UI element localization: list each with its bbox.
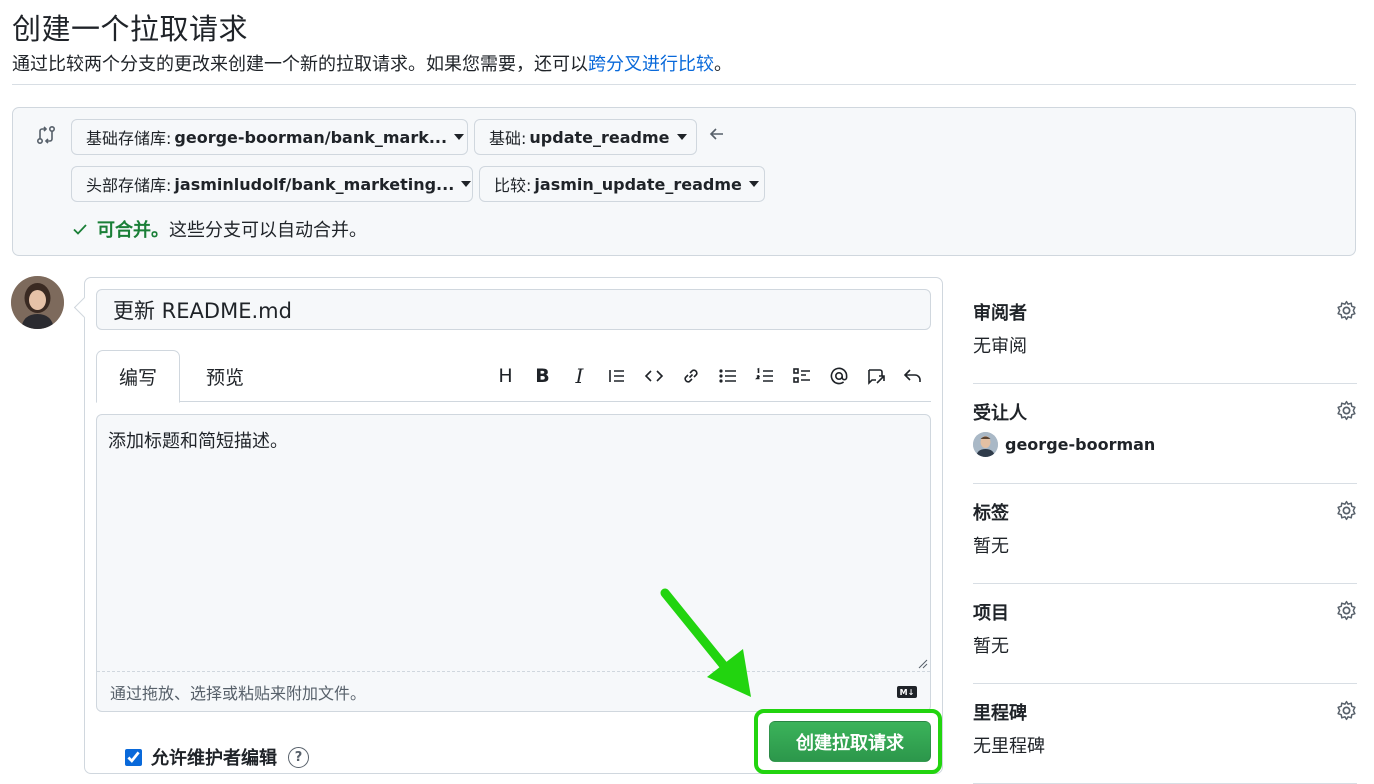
base-branch-select[interactable]: 基础: update_readme (474, 119, 697, 155)
sidebar-reviewers: 审阅者 无审阅 (973, 284, 1357, 384)
help-icon[interactable]: ? (288, 746, 309, 768)
mention-button[interactable] (820, 360, 857, 392)
task-list-button[interactable] (783, 360, 820, 392)
compare-branches-box: 基础存储库: george-boorman/bank_mark... 基础: upd… (12, 107, 1356, 256)
gear-icon[interactable] (1336, 700, 1357, 721)
compare-across-forks-link[interactable]: 跨分叉进行比较 (588, 54, 714, 75)
reference-button[interactable] (857, 360, 894, 392)
git-compare-icon (36, 125, 56, 145)
assignee-row[interactable]: george-boorman (973, 432, 1155, 457)
chevron-down-icon (748, 181, 759, 187)
unordered-list-icon (718, 369, 736, 383)
sidebar-labels: 标签 暂无 (973, 484, 1357, 584)
sidebar-projects: 项目 暂无 (973, 584, 1357, 684)
gear-icon[interactable] (1336, 400, 1357, 421)
markdown-toolbar: H B I (487, 350, 931, 402)
gear-icon[interactable] (1336, 500, 1357, 521)
reply-icon (903, 369, 921, 382)
base-branch-label: 基础: (489, 129, 527, 148)
link-button[interactable] (672, 360, 709, 392)
chevron-down-icon (461, 181, 472, 187)
resize-handle-icon[interactable] (918, 659, 928, 669)
gear-icon[interactable] (1336, 300, 1357, 321)
pull-request-composer: 编写 预览 H B I (84, 277, 943, 774)
header-divider (12, 84, 1356, 85)
cross-reference-icon (867, 369, 885, 385)
projects-value: 暂无 (973, 636, 1009, 657)
heading-button[interactable]: H (487, 360, 524, 392)
mergeable-description: 这些分支可以自动合并。 (169, 220, 367, 241)
attach-files-hint: 通过拖放、选择或粘贴来附加文件。 (110, 683, 367, 703)
page-subtitle: 通过比较两个分支的更改来创建一个新的拉取请求。如果您需要，还可以跨分叉进行比较。 (12, 50, 732, 76)
unordered-list-button[interactable] (709, 360, 746, 392)
allow-maintainer-edits-checkbox[interactable] (125, 748, 142, 766)
head-repository-value: jasminludolf/bank_marketing... (174, 174, 455, 194)
reviewers-header[interactable]: 审阅者 (973, 299, 1027, 325)
attach-files-bar[interactable]: 通过拖放、选择或粘贴来附加文件。 M↓ (97, 671, 930, 711)
assignees-header[interactable]: 受让人 (973, 399, 1027, 425)
allow-maintainer-edits-label[interactable]: 允许维护者编辑 (151, 744, 277, 770)
labels-header[interactable]: 标签 (973, 499, 1009, 525)
mergeable-label: 可合并。 (97, 220, 169, 241)
annotation-arrow-icon (660, 588, 751, 697)
merge-status: 可合并。 这些分支可以自动合并。 (71, 216, 367, 242)
pr-sidebar: 审阅者 无审阅 受让人 george-boorman 标签 暂无 项目 暂无 里… (973, 284, 1357, 784)
page-title: 创建一个拉取请求 (12, 12, 249, 46)
compare-branch-label: 比较: (494, 176, 532, 195)
task-list-icon (792, 368, 810, 383)
base-repository-value: george-boorman/bank_mark... (174, 127, 448, 147)
mention-icon (830, 367, 847, 385)
ordered-list-button[interactable] (746, 360, 783, 392)
reviewers-value: 无审阅 (973, 336, 1027, 357)
gear-icon[interactable] (1336, 600, 1357, 621)
labels-value: 暂无 (973, 536, 1009, 557)
create-pull-request-button[interactable]: 创建拉取请求 (769, 721, 931, 762)
ordered-list-icon (754, 367, 773, 382)
tab-preview[interactable]: 预览 (180, 350, 270, 402)
avatar-portrait-icon (11, 276, 64, 329)
quote-button[interactable] (598, 360, 635, 392)
check-icon (73, 224, 87, 235)
editor-tabs: 编写 预览 H B I (96, 350, 931, 403)
quote-icon (608, 370, 624, 382)
reply-button[interactable] (894, 360, 931, 392)
compare-branch-select[interactable]: 比较: jasmin_update_readme (479, 166, 765, 202)
base-repository-label: 基础存储库: (86, 129, 172, 148)
head-repository-select[interactable]: 头部存储库: jasminludolf/bank_marketing... (71, 166, 473, 202)
allow-maintainer-edits: 允许维护者编辑 ? (125, 744, 309, 770)
bold-icon: B (535, 365, 550, 387)
pr-body-textarea[interactable] (97, 415, 930, 671)
markdown-icon[interactable]: M↓ (897, 686, 917, 698)
italic-icon: I (575, 364, 584, 388)
subtitle-suffix: 。 (714, 54, 732, 75)
assignee-avatar (973, 432, 998, 457)
subtitle-text: 通过比较两个分支的更改来创建一个新的拉取请求。如果您需要，还可以 (12, 54, 588, 75)
body-editor: 通过拖放、选择或粘贴来附加文件。 M↓ (96, 414, 931, 712)
compare-branch-value: jasmin_update_readme (534, 174, 742, 194)
milestone-header[interactable]: 里程碑 (973, 699, 1027, 725)
assignee-name[interactable]: george-boorman (1005, 435, 1155, 454)
bold-button[interactable]: B (524, 360, 561, 392)
heading-icon: H (498, 365, 513, 387)
user-avatar[interactable] (11, 276, 64, 329)
code-icon (644, 370, 663, 382)
projects-header[interactable]: 项目 (973, 599, 1009, 625)
link-icon (683, 369, 698, 383)
arrow-left-icon (709, 128, 723, 140)
sidebar-assignees: 受让人 george-boorman (973, 384, 1357, 484)
sidebar-milestone: 里程碑 无里程碑 (973, 684, 1357, 784)
head-repository-label: 头部存储库: (86, 176, 172, 195)
base-branch-value: update_readme (529, 127, 670, 147)
milestone-value: 无里程碑 (973, 736, 1045, 757)
italic-button[interactable]: I (561, 360, 598, 392)
code-button[interactable] (635, 360, 672, 392)
base-repository-select[interactable]: 基础存储库: george-boorman/bank_mark... (71, 119, 468, 155)
chevron-down-icon (454, 134, 465, 140)
tab-write[interactable]: 编写 (96, 350, 180, 403)
pr-title-input[interactable] (96, 289, 931, 330)
chevron-down-icon (676, 134, 687, 140)
